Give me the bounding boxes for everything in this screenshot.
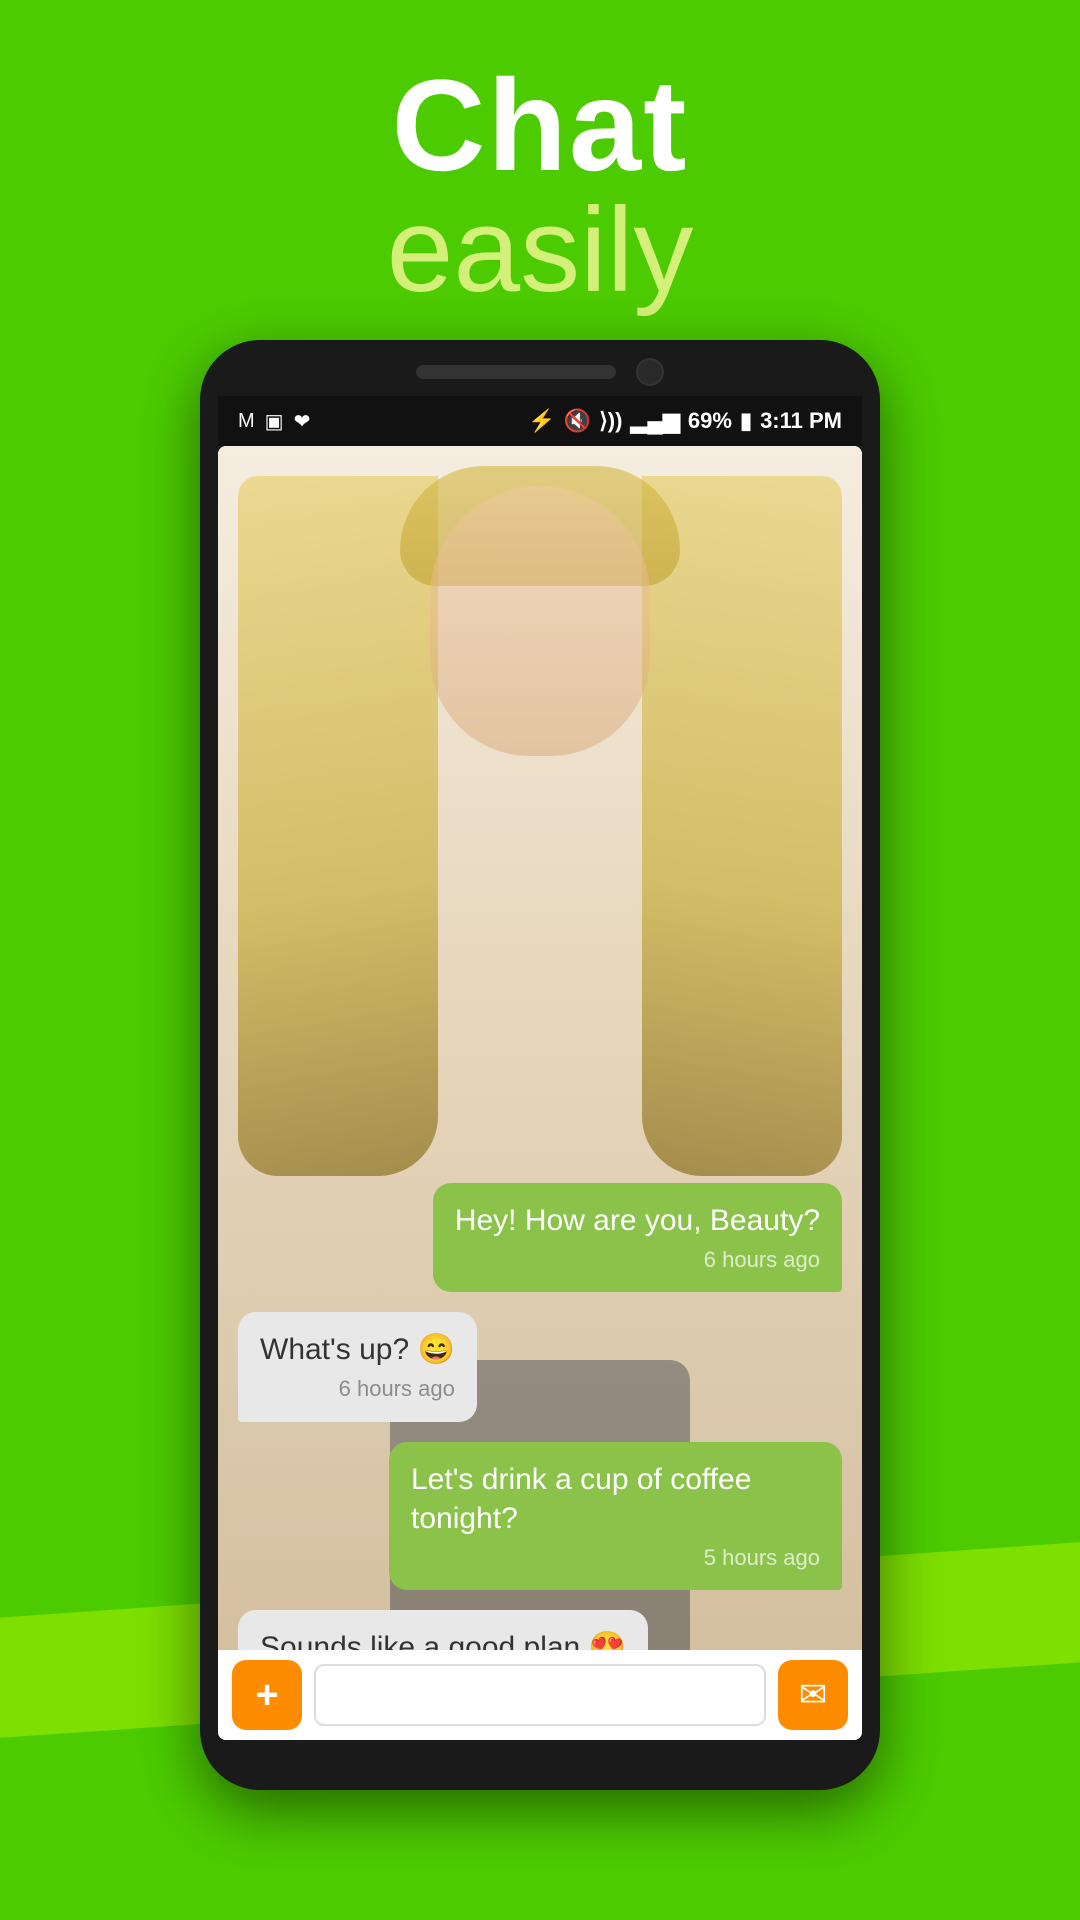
- add-button[interactable]: +: [232, 1660, 302, 1730]
- chat-input[interactable]: [314, 1664, 766, 1726]
- woman-hair-right: [642, 476, 842, 1176]
- status-right-info: ⚡ 🔇 ⟩)) ▂▄▆ 69% ▮ 3:11 PM: [528, 408, 842, 434]
- phone-speaker: [416, 365, 616, 379]
- mute-icon: 🔇: [564, 408, 591, 434]
- phone-camera: [636, 358, 664, 386]
- message-received-2: What's up? 😄 6 hours ago: [238, 1312, 477, 1422]
- message-time-1: 6 hours ago: [455, 1246, 820, 1275]
- status-bar: M ▣ ❤ ⚡ 🔇 ⟩)) ▂▄▆ 69% ▮ 3:11 PM: [218, 396, 862, 446]
- message-text-1: Hey! How are you, Beauty?: [455, 1204, 820, 1237]
- message-time-3: 5 hours ago: [411, 1544, 820, 1573]
- send-button[interactable]: ✉: [778, 1660, 848, 1730]
- phone-mockup: M ▣ ❤ ⚡ 🔇 ⟩)) ▂▄▆ 69% ▮ 3:11 PM: [200, 340, 880, 1790]
- signal-icon: ▂▄▆: [630, 408, 679, 434]
- woman-hair-left: [238, 476, 438, 1176]
- message-text-2: What's up? 😄: [260, 1333, 455, 1366]
- image-icon: ▣: [265, 409, 284, 434]
- bottom-input-bar: + ✉: [218, 1650, 862, 1740]
- status-time: 3:11 PM: [760, 408, 842, 434]
- message-time-2: 6 hours ago: [260, 1375, 455, 1404]
- status-left-icons: M ▣ ❤: [238, 409, 310, 434]
- plus-icon: +: [255, 1673, 278, 1718]
- battery-icon: ▮: [740, 408, 752, 434]
- header-chat-label: Chat: [0, 60, 1080, 190]
- bluetooth-icon: ⚡: [528, 408, 555, 434]
- message-sent-3: Let's drink a cup of coffee tonight? 5 h…: [389, 1442, 842, 1591]
- header-section: Chat easily: [0, 0, 1080, 310]
- message-sent-1: Hey! How are you, Beauty? 6 hours ago: [433, 1183, 842, 1293]
- send-icon: ✉: [799, 1675, 828, 1715]
- wifi-icon: ⟩)): [599, 408, 622, 434]
- gmail-icon: M: [238, 410, 255, 433]
- message-text-3: Let's drink a cup of coffee tonight?: [411, 1463, 751, 1535]
- heart-icon: ❤: [294, 409, 311, 434]
- phone-screen: Hey! How are you, Beauty? 6 hours ago Wh…: [218, 446, 862, 1740]
- phone-top-bar: [218, 358, 862, 386]
- woman-head: [430, 486, 650, 756]
- header-easily-label: easily: [0, 190, 1080, 310]
- phone-outer-frame: M ▣ ❤ ⚡ 🔇 ⟩)) ▂▄▆ 69% ▮ 3:11 PM: [200, 340, 880, 1790]
- battery-percent: 69%: [688, 408, 732, 434]
